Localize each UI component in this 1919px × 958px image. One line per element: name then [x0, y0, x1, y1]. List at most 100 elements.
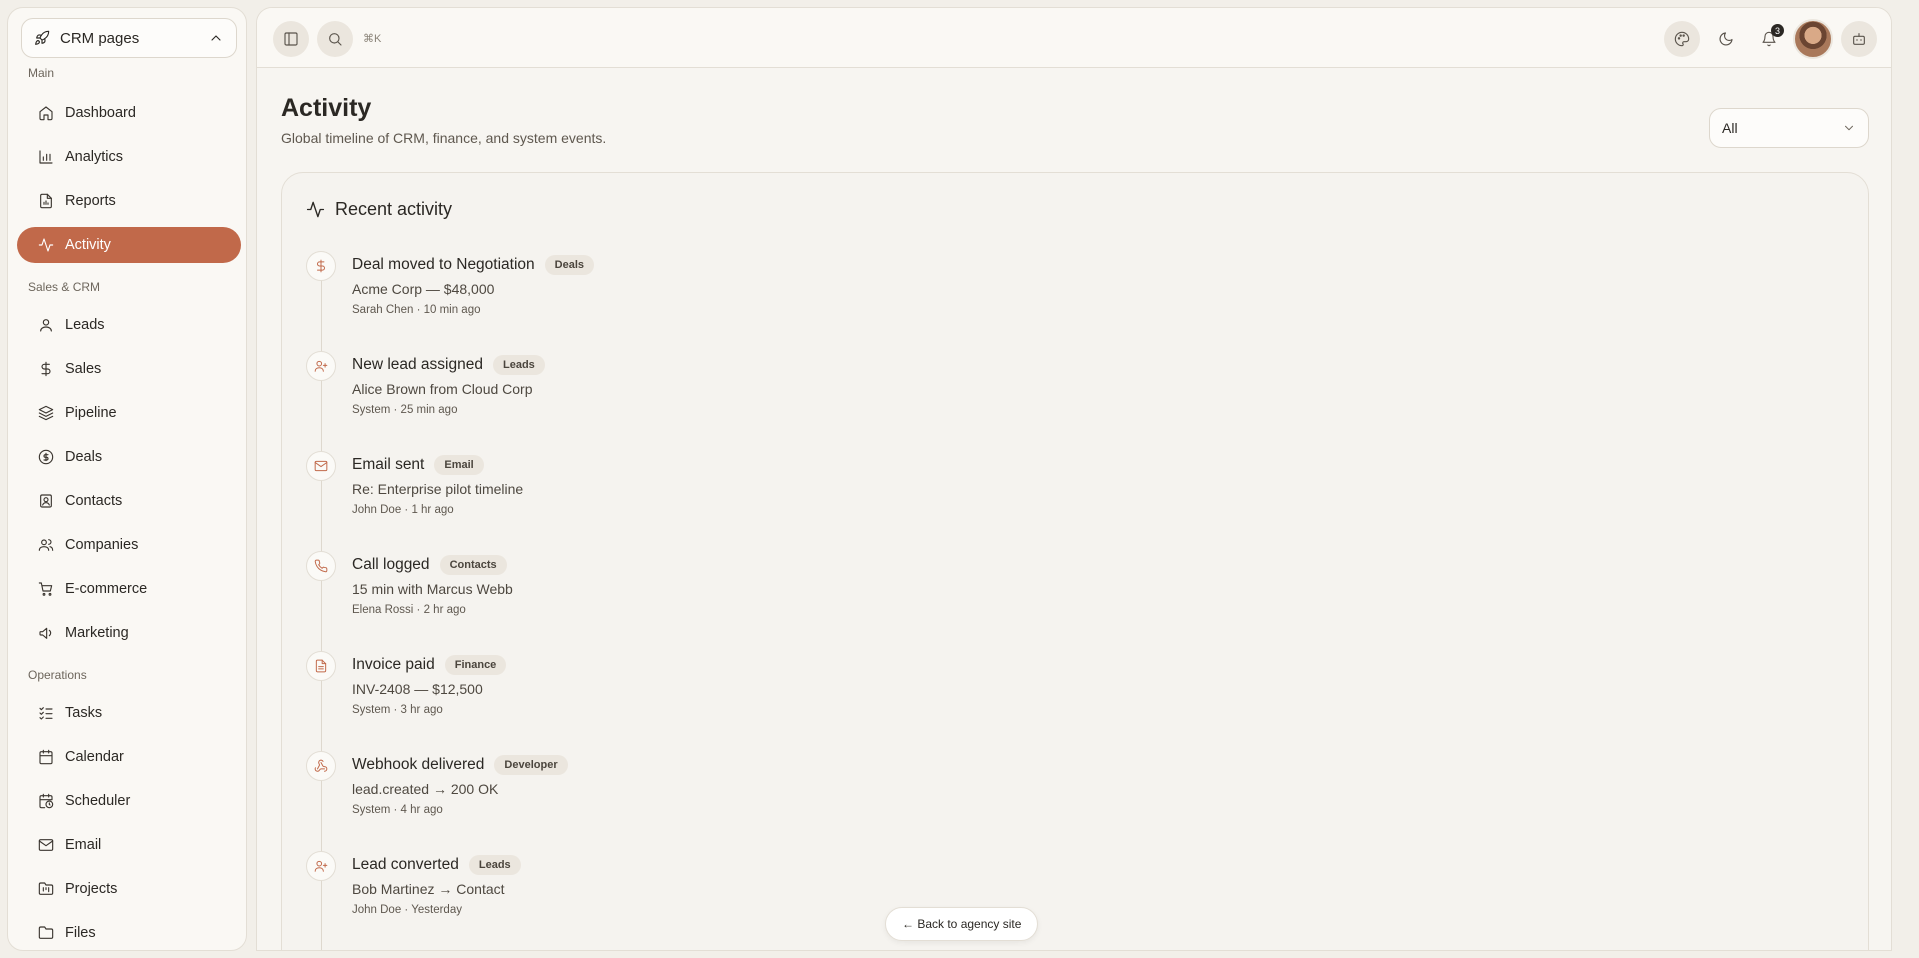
- mail-icon: [314, 460, 328, 472]
- event-meta: John Doe · 1 hr ago: [352, 504, 454, 516]
- activity-event: Call logged Contacts 15 min with Marcus …: [306, 551, 1006, 641]
- sidebar-item-companies[interactable]: Companies: [17, 527, 241, 563]
- section-title-sales: Sales & CRM: [28, 280, 101, 294]
- sidebar-item-dashboard[interactable]: Dashboard: [17, 95, 241, 131]
- card-title: Recent activity: [306, 199, 452, 220]
- file-icon: [315, 659, 327, 673]
- dollar-icon: [41, 361, 51, 377]
- section-title-main: Main: [28, 66, 55, 80]
- workspace-label: CRM pages: [60, 29, 140, 47]
- search-icon: [329, 33, 342, 46]
- sidebar-item-label: Activity: [65, 237, 111, 253]
- chevron-up-icon: [211, 35, 221, 41]
- sidebar-item-deals[interactable]: Deals: [17, 439, 241, 475]
- rocket-icon: [35, 30, 50, 45]
- sidebar-item-label: Leads: [65, 317, 105, 333]
- user-icon: [40, 319, 52, 332]
- sidebar-item-sales[interactable]: Sales: [17, 351, 241, 387]
- event-title: New lead assigned: [352, 356, 483, 373]
- sidebar-item-analytics[interactable]: Analytics: [17, 139, 241, 175]
- sidebar-item-marketing[interactable]: Marketing: [17, 615, 241, 651]
- main-panel: ⌘K 3 Activity Global timeline of CRM, fi…: [256, 7, 1892, 951]
- sidebar-item-reports[interactable]: Reports: [17, 183, 241, 219]
- search-shortcut: ⌘K: [363, 33, 382, 45]
- event-icon-wrap: [306, 251, 336, 281]
- folder-icon: [38, 926, 54, 939]
- users-icon: [38, 539, 54, 551]
- event-tag: Contacts: [439, 555, 507, 575]
- activity-filter-select[interactable]: All: [1709, 108, 1869, 148]
- dark-mode-button[interactable]: [1708, 21, 1744, 57]
- event-meta: System · 3 hr ago: [352, 704, 443, 716]
- event-description: Bob Martinez → Contact: [352, 881, 505, 897]
- sidebar-item-label: Scheduler: [65, 793, 131, 809]
- theme-palette-button[interactable]: [1664, 21, 1700, 57]
- event-title: Call logged: [352, 556, 430, 573]
- sidebar: CRM pages Main Dashboard Analytics Repor…: [7, 7, 247, 951]
- panel-left-icon: [284, 32, 298, 46]
- sidebar-item-label: Reports: [65, 193, 116, 209]
- calendar-icon: [39, 749, 53, 765]
- phone-icon: [314, 559, 328, 573]
- user-plus-icon: [314, 360, 328, 372]
- event-tag: Deals: [544, 255, 595, 275]
- sidebar-item-files[interactable]: Files: [17, 915, 241, 950]
- layers-icon: [38, 405, 54, 421]
- assistant-button[interactable]: [1841, 21, 1877, 57]
- coin-icon: [38, 449, 54, 465]
- notification-count-badge: 3: [1771, 24, 1784, 37]
- sidebar-item-label: E-commerce: [65, 581, 148, 597]
- bot-icon: [1853, 33, 1865, 45]
- activity-event: Webhook delivered Developer lead.created…: [306, 751, 1006, 841]
- sidebar-item-leads[interactable]: Leads: [17, 307, 241, 343]
- sidebar-item-projects[interactable]: Projects: [17, 871, 241, 907]
- event-description: Acme Corp — $48,000: [352, 281, 495, 297]
- sidebar-item-label: Analytics: [65, 149, 124, 165]
- recent-activity-card: Recent activity Deal moved to Negotiatio…: [281, 172, 1869, 950]
- activity-icon: [38, 238, 54, 252]
- sidebar-item-label: Sales: [65, 361, 102, 377]
- sidebar-item-label: Marketing: [65, 625, 129, 641]
- sidebar-item-tasks[interactable]: Tasks: [17, 695, 241, 731]
- folder-kanban-icon: [38, 882, 54, 895]
- filter-value: All: [1722, 120, 1738, 136]
- event-icon-wrap: [306, 751, 336, 781]
- sidebar-item-ecommerce[interactable]: E-commerce: [17, 571, 241, 607]
- user-plus-icon: [314, 860, 328, 872]
- sidebar-item-label: Projects: [65, 881, 118, 897]
- activity-event: Email sent Email Re: Enterprise pilot ti…: [306, 451, 1006, 541]
- activity-event: New lead assigned Leads Alice Brown from…: [306, 351, 1006, 441]
- event-tag: Finance: [444, 655, 507, 675]
- workspace-switcher[interactable]: CRM pages: [21, 18, 237, 58]
- event-tag: Developer: [494, 755, 568, 775]
- sidebar-item-contacts[interactable]: Contacts: [17, 483, 241, 519]
- event-tag: Leads: [468, 855, 521, 875]
- search-button[interactable]: [317, 21, 353, 57]
- event-meta: Elena Rossi · 2 hr ago: [352, 604, 466, 616]
- activity-icon: [306, 201, 325, 218]
- megaphone-icon: [39, 627, 52, 639]
- event-icon-wrap: [306, 451, 336, 481]
- page-title: Activity: [281, 94, 372, 122]
- event-icon-wrap: [306, 351, 336, 381]
- topbar: ⌘K 3: [257, 8, 1891, 68]
- calendar-clock-icon: [39, 793, 54, 809]
- event-description: Alice Brown from Cloud Corp: [352, 381, 533, 397]
- section-title-operations: Operations: [28, 668, 87, 682]
- back-to-agency-button[interactable]: ← Back to agency site: [885, 907, 1039, 941]
- user-avatar[interactable]: [1793, 19, 1833, 59]
- list-checks-icon: [39, 707, 53, 720]
- toggle-sidebar-button[interactable]: [273, 21, 309, 57]
- event-icon-wrap: [306, 851, 336, 881]
- sidebar-item-label: Files: [65, 925, 96, 941]
- event-meta: Sarah Chen · 10 min ago: [352, 304, 481, 316]
- mail-icon: [38, 839, 54, 851]
- sidebar-item-scheduler[interactable]: Scheduler: [17, 783, 241, 819]
- report-icon: [40, 193, 52, 209]
- notifications-button[interactable]: 3: [1751, 21, 1787, 57]
- sidebar-item-label: Deals: [65, 449, 103, 465]
- sidebar-item-pipeline[interactable]: Pipeline: [17, 395, 241, 431]
- sidebar-item-activity[interactable]: Activity: [17, 227, 241, 263]
- sidebar-item-email[interactable]: Email: [17, 827, 241, 863]
- sidebar-item-calendar[interactable]: Calendar: [17, 739, 241, 775]
